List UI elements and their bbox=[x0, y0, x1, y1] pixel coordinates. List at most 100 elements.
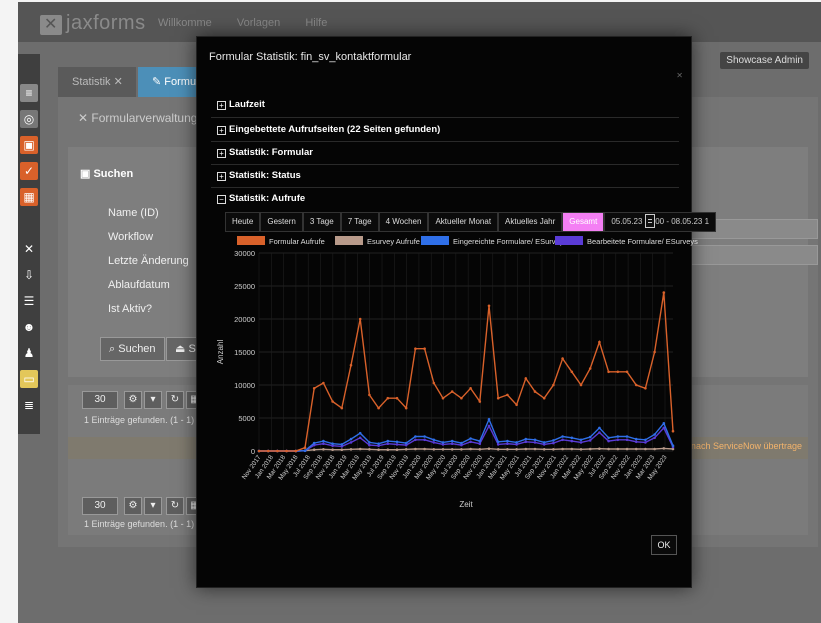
data-point bbox=[386, 442, 390, 445]
ok-button[interactable]: OK bbox=[651, 535, 677, 555]
checklist-icon[interactable]: ✓ bbox=[20, 162, 38, 180]
search-button[interactable]: ⌕ Suchen bbox=[100, 337, 165, 361]
section-stat-calls[interactable]: − Statistik: Aufrufe bbox=[217, 193, 305, 204]
gear-icon[interactable]: ⚙ bbox=[124, 497, 142, 515]
date-range-input[interactable]: 05.05.23 11:00 - 08.05.23 1 bbox=[604, 212, 717, 232]
data-point bbox=[377, 442, 380, 445]
users-icon[interactable]: ☻ bbox=[20, 318, 38, 336]
data-point bbox=[561, 438, 564, 442]
data-point bbox=[570, 436, 574, 440]
list-detail-icon[interactable]: ☰ bbox=[20, 292, 38, 310]
range-button-group: Heute Gestern 3 Tage 7 Tage 4 Wochen Akt… bbox=[225, 212, 717, 232]
field-label-workflow: Workflow bbox=[108, 231, 154, 243]
section-runtime[interactable]: + Laufzeit bbox=[217, 99, 265, 110]
section-stat-status[interactable]: + Statistik: Status bbox=[217, 170, 301, 181]
data-point bbox=[607, 447, 610, 451]
user-icon[interactable]: ♟ bbox=[20, 344, 38, 362]
section-embedded-pages[interactable]: + Eingebettete Aufrufseiten (22 Seiten ge… bbox=[217, 124, 440, 135]
range-3days-button[interactable]: 3 Tage bbox=[302, 212, 341, 232]
data-point bbox=[644, 438, 647, 442]
server-icon[interactable]: ≣ bbox=[20, 396, 38, 414]
form-icon[interactable]: ▣ bbox=[20, 136, 38, 154]
top-nav: Willkomme Vorlagen Hilfe bbox=[158, 17, 349, 29]
data-point bbox=[653, 350, 656, 354]
range-total-button[interactable]: Gesamt bbox=[562, 212, 605, 232]
page-size-select-bottom[interactable]: 30 bbox=[82, 497, 118, 515]
legend-item-bearbeitete[interactable]: Bearbeitete Formulare/ ESurveys bbox=[555, 236, 698, 246]
page-size-select[interactable]: 30 bbox=[82, 391, 118, 409]
data-point bbox=[358, 436, 362, 440]
data-point bbox=[524, 437, 528, 441]
data-point bbox=[441, 396, 445, 400]
section-stat-form[interactable]: + Statistik: Formular bbox=[217, 147, 313, 158]
data-point bbox=[395, 396, 399, 400]
legend-item-formular-aufrufe[interactable]: Formular Aufrufe bbox=[237, 236, 325, 246]
data-point bbox=[588, 447, 592, 451]
y-tick-label: 30000 bbox=[234, 249, 255, 258]
grid-icon[interactable]: ▦ bbox=[20, 188, 38, 206]
data-point bbox=[524, 377, 528, 380]
data-point bbox=[349, 363, 353, 367]
close-icon[interactable]: ✕ bbox=[114, 76, 123, 88]
data-point bbox=[322, 381, 325, 385]
gear-icon[interactable]: ⚙ bbox=[124, 391, 142, 409]
x-axis-label: Zeit bbox=[459, 500, 473, 509]
list-icon[interactable]: ≡ bbox=[20, 84, 38, 102]
export-document-icon[interactable] bbox=[645, 214, 655, 228]
legend-item-eingereichte[interactable]: Eingereichte Formulare/ ESurveys bbox=[421, 236, 567, 246]
caret-down-icon[interactable]: ▾ bbox=[144, 497, 162, 515]
data-point bbox=[331, 448, 334, 451]
data-point bbox=[257, 449, 261, 453]
data-point bbox=[368, 393, 371, 397]
tools-icon[interactable]: ✕ bbox=[20, 240, 38, 258]
range-current-year-button[interactable]: Aktuelles Jahr bbox=[498, 212, 563, 232]
data-point bbox=[478, 439, 482, 443]
folder-icon[interactable]: ▭ bbox=[20, 370, 38, 388]
data-point bbox=[404, 406, 408, 410]
series-line bbox=[259, 424, 674, 452]
statistics-modal: Formular Statistik: fin_sv_kontaktformul… bbox=[196, 36, 717, 588]
data-point bbox=[469, 440, 472, 444]
nav-item-help[interactable]: Hilfe bbox=[305, 17, 327, 29]
logo-text: jaxforms bbox=[66, 12, 146, 34]
data-point bbox=[414, 435, 417, 438]
nav-item-templates[interactable]: Vorlagen bbox=[237, 17, 280, 29]
range-7days-button[interactable]: 7 Tage bbox=[340, 212, 379, 232]
settings-icon[interactable]: ◎ bbox=[20, 110, 38, 128]
logo-icon: ✕ bbox=[40, 15, 62, 35]
data-point bbox=[349, 441, 353, 444]
search-header[interactable]: ▣ Suchen bbox=[80, 167, 133, 180]
data-point bbox=[570, 439, 574, 443]
range-today-button[interactable]: Heute bbox=[225, 212, 261, 232]
range-yesterday-button[interactable]: Gestern bbox=[260, 212, 303, 232]
refresh-icon[interactable]: ↻ bbox=[166, 391, 184, 409]
data-point bbox=[404, 441, 408, 445]
legend-item-esurvey-aufrufe[interactable]: Esurvey Aufrufe bbox=[335, 236, 420, 246]
data-point bbox=[552, 439, 555, 442]
expand-icon: + bbox=[217, 172, 226, 181]
data-point bbox=[312, 387, 316, 390]
caret-down-icon[interactable]: ▾ bbox=[144, 391, 162, 409]
data-point bbox=[533, 390, 537, 393]
data-point bbox=[515, 448, 518, 451]
data-point bbox=[358, 431, 362, 435]
close-icon[interactable]: ✕ bbox=[676, 71, 683, 80]
data-point bbox=[634, 440, 638, 444]
app-logo[interactable]: ✕ jaxforms bbox=[40, 12, 146, 35]
refresh-icon[interactable]: ↻ bbox=[166, 497, 184, 515]
found-count-bottom: 1 Einträge gefunden. (1 - 1) bbox=[84, 519, 195, 529]
expand-icon: + bbox=[217, 149, 226, 158]
data-point bbox=[432, 448, 436, 451]
range-current-month-button[interactable]: Aktueller Monat bbox=[428, 212, 499, 232]
tab-statistik[interactable]: Statistik ✕ bbox=[58, 67, 136, 97]
nav-item-welcome[interactable]: Willkomme bbox=[158, 17, 212, 29]
legend-swatch bbox=[237, 236, 265, 245]
data-point bbox=[653, 436, 656, 440]
data-point bbox=[349, 448, 353, 451]
download-icon[interactable]: ⇩ bbox=[20, 266, 38, 284]
data-point bbox=[524, 440, 528, 444]
data-point bbox=[386, 448, 390, 451]
modal-title: Formular Statistik: fin_sv_kontaktformul… bbox=[209, 51, 412, 63]
user-menu-button[interactable]: Showcase Admin bbox=[720, 52, 809, 69]
range-4weeks-button[interactable]: 4 Wochen bbox=[378, 212, 429, 232]
